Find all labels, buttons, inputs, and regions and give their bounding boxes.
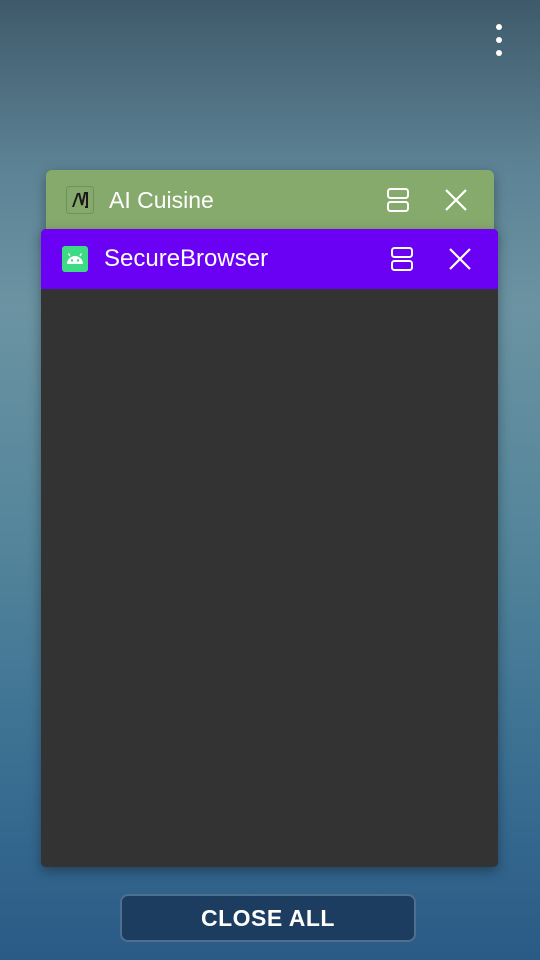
split-screen-icon[interactable]	[382, 239, 422, 279]
android-app-icon	[62, 246, 88, 272]
task-title: AI Cuisine	[109, 186, 214, 213]
more-options-icon[interactable]	[492, 24, 506, 56]
close-icon[interactable]	[436, 180, 476, 220]
task-title: SecureBrowser	[104, 245, 269, 272]
menu-dot	[496, 37, 502, 43]
menu-dot	[496, 24, 502, 30]
task-card-header[interactable]: SecureBrowser	[41, 229, 498, 289]
task-card-header[interactable]: AI Cuisine	[46, 170, 494, 230]
split-screen-icon[interactable]	[378, 180, 418, 220]
task-card-securebrowser[interactable]: SecureBrowser	[41, 229, 498, 867]
menu-dot	[496, 50, 502, 56]
task-preview[interactable]	[41, 289, 498, 867]
close-icon[interactable]	[440, 239, 480, 279]
ai-cuisine-app-icon	[66, 186, 94, 214]
close-all-button[interactable]: CLOSE ALL	[120, 894, 416, 942]
